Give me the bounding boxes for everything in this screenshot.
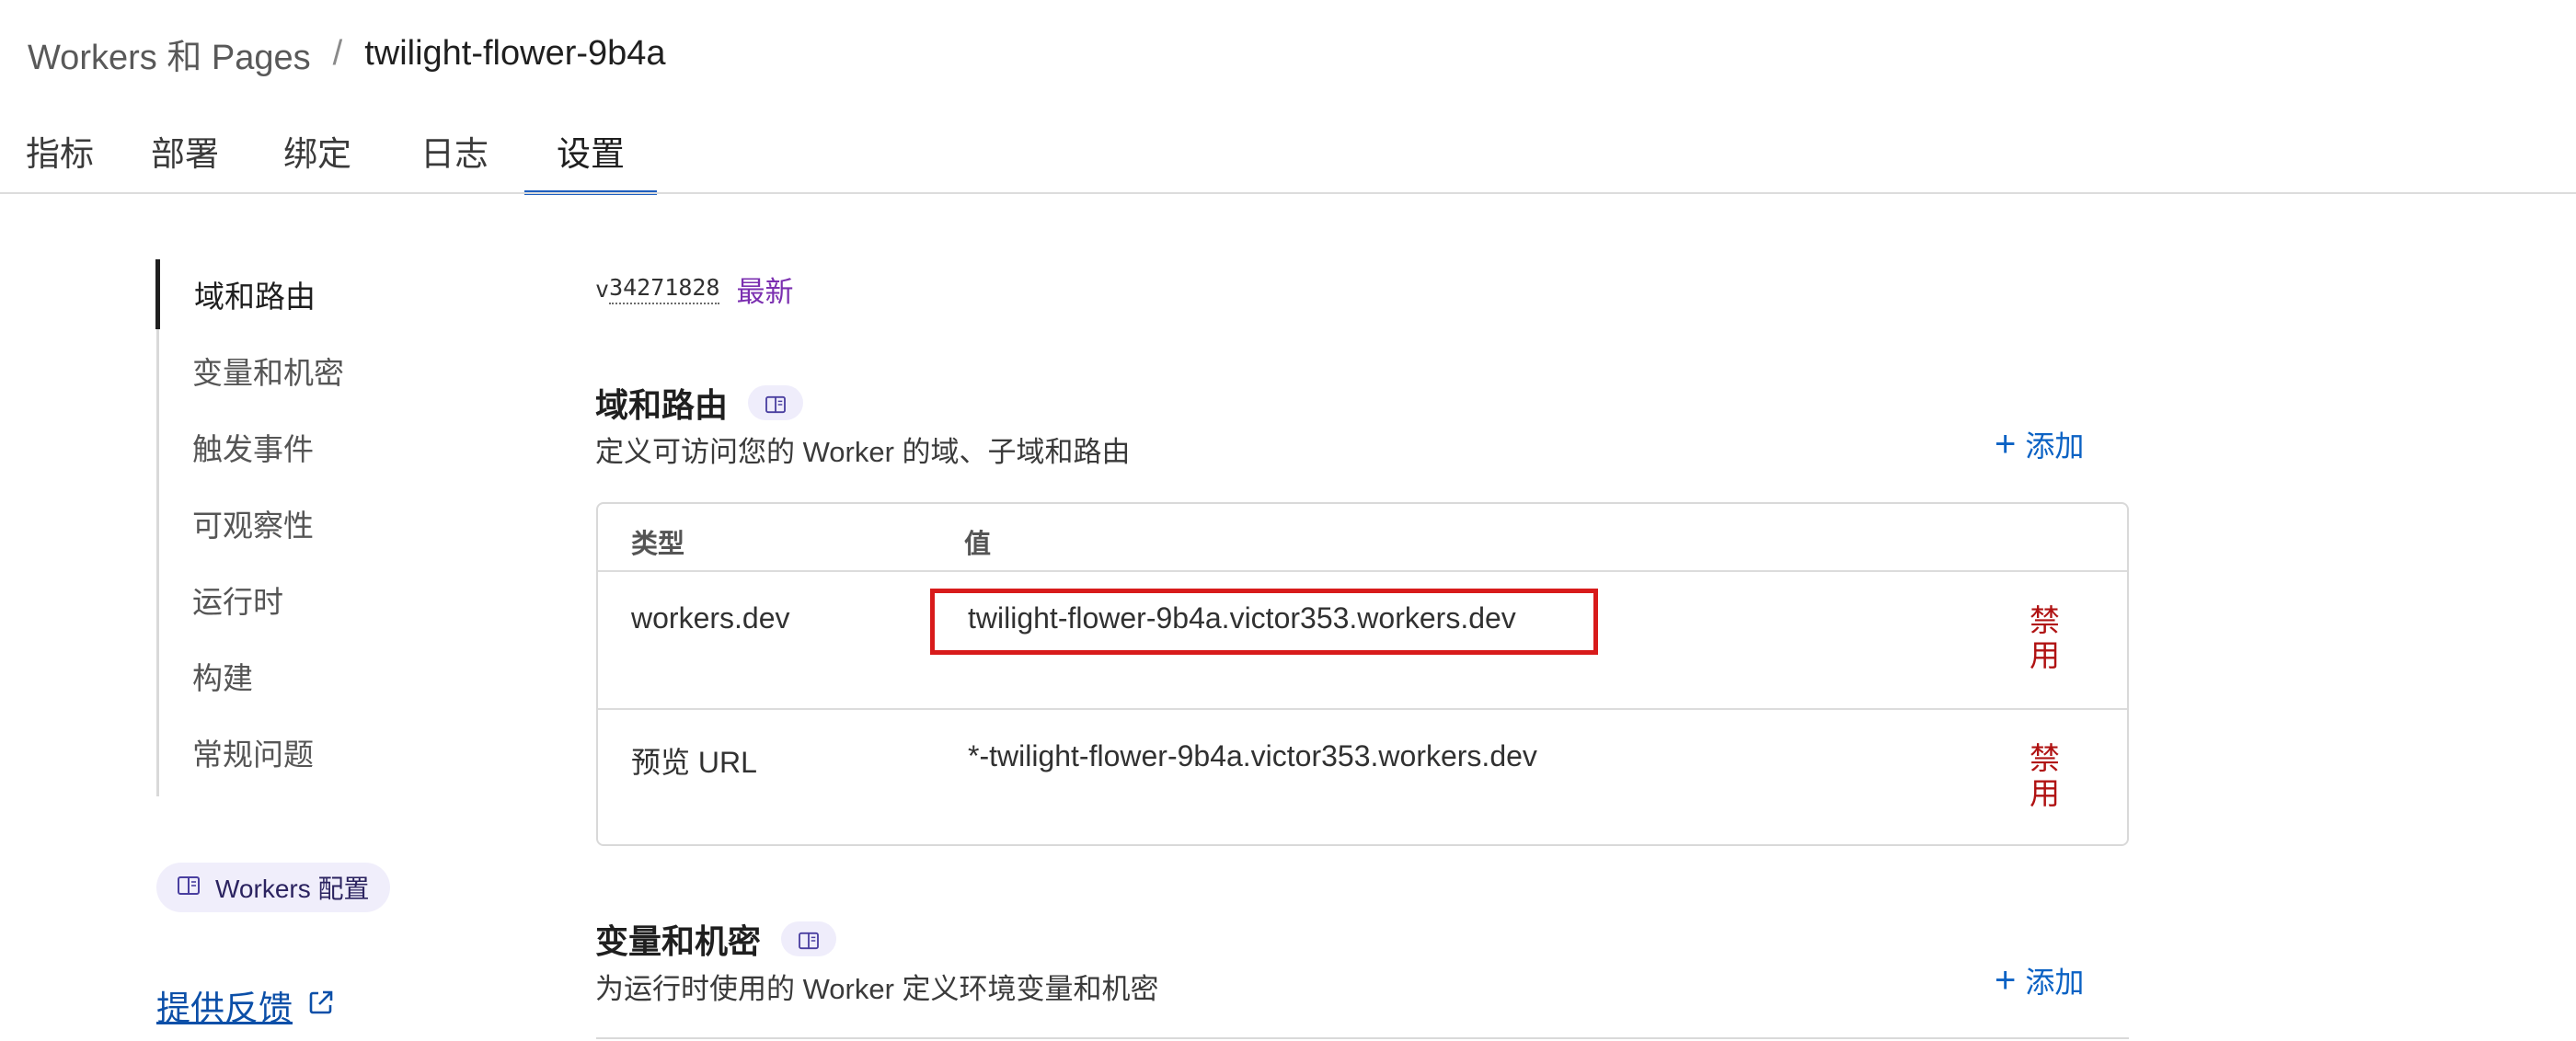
add-label: 添加: [2025, 429, 2085, 463]
row-type: workers.dev: [631, 601, 790, 635]
breadcrumb: Workers 和 Pages / twilight-flower-9b4a: [28, 28, 666, 79]
sidebar-item-general[interactable]: 常规问题: [159, 717, 398, 787]
domains-routes-description: 定义可访问您的 Worker 的域、子域和路由: [595, 436, 1131, 468]
sidebar-item-label: 变量和机密: [192, 356, 344, 390]
add-label: 添加: [2025, 966, 2085, 999]
feedback-label: 提供反馈: [156, 990, 293, 1027]
sidebar-item-variables-secrets[interactable]: 变量和机密: [159, 336, 398, 406]
external-link-icon: [307, 986, 335, 1024]
variables-docs-button[interactable]: [781, 920, 837, 958]
version-prefix: v: [595, 276, 610, 303]
table-divider: [598, 708, 2127, 710]
tab-label: 设置: [557, 135, 625, 173]
domains-docs-button[interactable]: [748, 383, 804, 422]
tab-settings[interactable]: 设置: [524, 109, 657, 195]
section-title: 域和路由: [595, 386, 729, 424]
sidebar-item-label: 构建: [192, 661, 253, 695]
breadcrumb-separator: /: [332, 33, 343, 73]
workers-config-doc-pill[interactable]: Workers 配置: [156, 863, 390, 912]
book-icon: [798, 920, 820, 958]
settings-side-nav: 域和路由 变量和机密 触发事件 可观察性 运行时 构建 常规问题: [155, 259, 398, 796]
sidebar-item-label: 域和路由: [194, 280, 316, 314]
tab-label: 日志: [420, 135, 489, 173]
tabs-divider: [0, 192, 2576, 194]
domains-table: 类型 值 workers.dev twilight-flower-9b4a.vi…: [596, 502, 2129, 846]
plus-icon: +: [1995, 960, 2017, 1001]
sidebar-item-label: 触发事件: [192, 432, 314, 466]
variables-table-top-border: [596, 1037, 2129, 1041]
disable-button[interactable]: 禁用: [2030, 741, 2066, 811]
sidebar-item-domains-routes[interactable]: 域和路由: [155, 259, 395, 329]
book-icon: [177, 873, 201, 902]
tab-metrics[interactable]: 指标: [0, 109, 120, 193]
add-domain-button[interactable]: + 添加: [1995, 423, 2084, 465]
variables-secrets-heading: 变量和机密: [595, 915, 837, 963]
row-type: 预览 URL: [631, 746, 757, 779]
column-header-value: 值: [964, 530, 992, 559]
highlight-box: [930, 589, 1598, 655]
sidebar-item-label: 可观察性: [192, 509, 314, 543]
sidebar-item-label: 运行时: [192, 585, 283, 619]
column-header-type: 类型: [631, 530, 685, 559]
version-indicator: v 34271828 最新: [595, 269, 793, 310]
tab-bar: 指标 部署 绑定 日志 设置: [0, 109, 657, 195]
breadcrumb-current: twilight-flower-9b4a: [364, 33, 666, 73]
sidebar-item-label: 常规问题: [192, 738, 314, 772]
variables-secrets-description: 为运行时使用的 Worker 定义环境变量和机密: [595, 973, 1159, 1005]
latest-badge: 最新: [736, 276, 794, 308]
table-divider: [598, 570, 2127, 572]
add-variable-button[interactable]: + 添加: [1995, 959, 2084, 1001]
workers-config-label: Workers 配置: [215, 875, 370, 903]
tab-label: 部署: [151, 135, 219, 173]
plus-icon: +: [1995, 424, 2017, 464]
tab-label: 绑定: [283, 135, 351, 173]
sidebar-item-runtime[interactable]: 运行时: [159, 565, 398, 635]
tab-logs[interactable]: 日志: [385, 109, 524, 193]
row-value: *-twilight-flower-9b4a.victor353.workers…: [968, 739, 1537, 772]
section-title: 变量和机密: [595, 922, 762, 960]
domains-routes-heading: 域和路由: [595, 379, 804, 427]
breadcrumb-parent-link[interactable]: Workers 和 Pages: [28, 29, 311, 79]
book-icon: [765, 383, 787, 422]
feedback-link[interactable]: 提供反馈: [156, 980, 335, 1030]
tab-deployments[interactable]: 部署: [120, 109, 250, 193]
sidebar-item-build[interactable]: 构建: [159, 641, 398, 711]
tab-bindings[interactable]: 绑定: [250, 109, 385, 193]
tab-label: 指标: [26, 135, 94, 173]
sidebar-item-triggers[interactable]: 触发事件: [159, 412, 398, 482]
disable-button[interactable]: 禁用: [2030, 603, 2066, 673]
sidebar-item-observability[interactable]: 可观察性: [159, 488, 398, 558]
version-number[interactable]: 34271828: [609, 274, 720, 304]
